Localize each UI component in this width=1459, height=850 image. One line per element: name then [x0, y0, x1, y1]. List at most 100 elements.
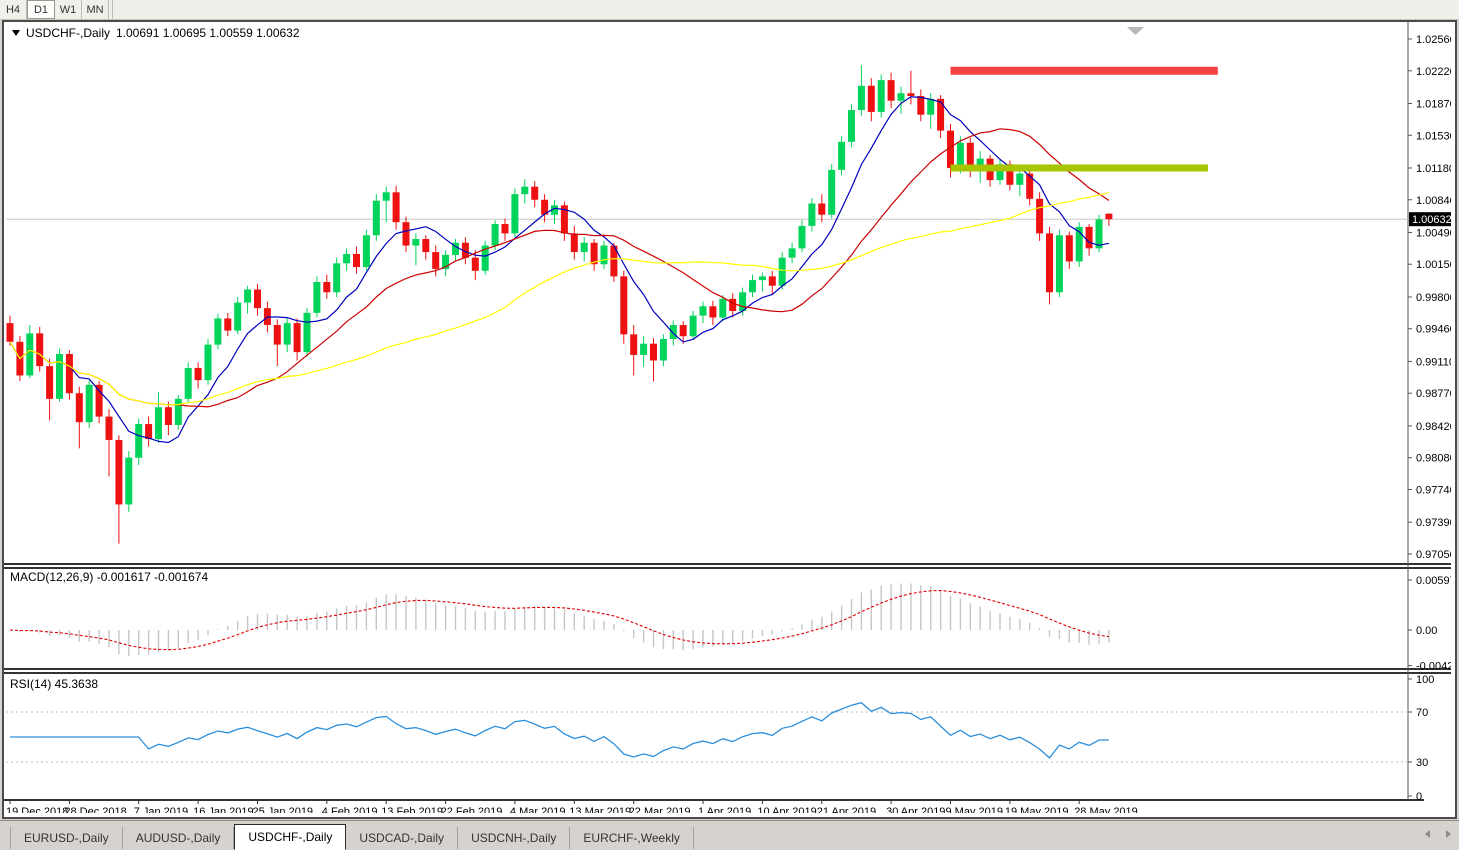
chart-title: USDCHF-,Daily 1.00691 1.00695 1.00559 1.… — [12, 26, 300, 40]
candle-body — [333, 263, 340, 292]
candle-body — [86, 385, 93, 422]
candle-body — [1046, 233, 1053, 292]
axis-label: 1.00150 — [1416, 259, 1451, 271]
candle-body — [323, 282, 330, 292]
timeframe-button-mn[interactable]: MN — [82, 0, 109, 19]
symbol-tab-audusd[interactable]: AUDUSD-,Daily — [123, 827, 235, 849]
candle-body — [343, 254, 350, 263]
support-level[interactable] — [951, 164, 1208, 171]
candle-body — [601, 246, 608, 265]
candle-body — [779, 258, 786, 286]
axis-label: 1.01870 — [1416, 98, 1451, 110]
left-arrow-icon — [1425, 830, 1430, 838]
axis-label: 0.00597 — [1416, 575, 1451, 587]
candle-body — [412, 239, 419, 246]
date-label: 28 May 2019 — [1074, 806, 1138, 813]
candle-body — [818, 203, 825, 214]
candle-body — [185, 368, 192, 399]
axis-label: 0.98080 — [1416, 453, 1451, 465]
candle-body — [719, 299, 726, 318]
candle-body — [531, 187, 538, 200]
candle-body — [848, 110, 855, 142]
candle-body — [858, 86, 865, 110]
date-label: 22 Feb 2019 — [441, 806, 503, 813]
candle-body — [106, 417, 113, 440]
axis-label: 0.97740 — [1416, 484, 1451, 496]
rsi-indicator-label: RSI(14) 45.3638 — [10, 677, 98, 691]
candle-body — [749, 280, 756, 292]
candle-body — [700, 306, 707, 315]
candle-body — [422, 239, 429, 252]
axis-label: 70 — [1416, 707, 1428, 719]
axis-label: 1.02560 — [1416, 34, 1451, 46]
chart-canvas[interactable]: 1.025601.022201.018701.015301.011801.008… — [4, 22, 1451, 813]
date-label: 16 Jan 2019 — [193, 806, 254, 813]
candle-body — [927, 99, 934, 115]
tab-scroll-left-button[interactable] — [1423, 829, 1432, 839]
candle-body — [214, 318, 221, 344]
timeframe-button-d1[interactable]: D1 — [27, 0, 55, 19]
symbol-tab-eurusd[interactable]: EURUSD-,Daily — [10, 827, 123, 849]
right-arrow-icon — [1446, 830, 1451, 838]
candle-body — [76, 393, 83, 422]
axis-label: -0.00424 — [1416, 661, 1451, 673]
candle-body — [294, 323, 301, 352]
candle-body — [145, 424, 152, 439]
candle-body — [789, 248, 796, 257]
candle-body — [878, 80, 885, 112]
candle-body — [7, 323, 14, 342]
candle-body — [175, 399, 182, 425]
candle-body — [769, 276, 776, 285]
timeframe-button-h4[interactable]: H4 — [0, 0, 27, 19]
candle-body — [1036, 199, 1043, 234]
axis-label: 0.00 — [1416, 625, 1437, 637]
timeframe-button-w1[interactable]: W1 — [55, 0, 82, 19]
chart-window: 1.025601.022201.018701.015301.011801.008… — [2, 20, 1457, 819]
symbol-tab-usdcad[interactable]: USDCAD-,Daily — [346, 827, 458, 849]
date-label: 13 Mar 2019 — [569, 806, 631, 813]
candle-body — [224, 318, 231, 330]
candle-body — [1105, 214, 1112, 220]
candle-body — [472, 258, 479, 271]
candle-body — [96, 385, 103, 417]
tab-scroll-right-button[interactable] — [1444, 829, 1453, 839]
axis-label: 1.00840 — [1416, 195, 1451, 207]
candle-body — [363, 235, 370, 267]
candle-body — [26, 333, 33, 375]
date-label: 21 Apr 2019 — [817, 806, 876, 813]
date-label: 13 Feb 2019 — [381, 806, 443, 813]
candle-body — [660, 339, 667, 360]
candle-body — [165, 407, 172, 425]
symbol-tab-usdchf[interactable]: USDCHF-,Daily — [234, 824, 346, 850]
candle-body — [1086, 227, 1093, 248]
symbol-dropdown-icon[interactable] — [12, 30, 20, 36]
candle-body — [383, 192, 390, 200]
date-label: 19 Dec 2018 — [6, 806, 68, 813]
symbol-tab-usdcnh[interactable]: USDCNH-,Daily — [458, 827, 570, 849]
candle-body — [284, 323, 291, 344]
resistance-level[interactable] — [951, 67, 1218, 75]
candle-body — [759, 276, 766, 280]
date-label: 30 Apr 2019 — [886, 806, 945, 813]
candle-body — [492, 224, 499, 245]
tab-scroll-arrows — [1423, 829, 1453, 839]
candle-body — [690, 316, 697, 337]
symbol-tab-eurchf[interactable]: EURCHF-,Weekly — [570, 827, 693, 849]
candle-body — [521, 187, 528, 194]
candle-body — [799, 226, 806, 248]
candle-body — [868, 86, 875, 112]
candle-body — [838, 142, 845, 170]
candle-body — [1066, 235, 1073, 261]
candle-body — [620, 276, 627, 334]
candle-body — [432, 252, 439, 269]
candle-body — [353, 254, 360, 267]
candle-body — [135, 424, 142, 458]
candle-body — [828, 170, 835, 215]
candle-body — [680, 325, 687, 336]
axis-label: 0.98770 — [1416, 388, 1451, 400]
candle-body — [115, 440, 122, 504]
candle-body — [66, 354, 73, 393]
candle-body — [234, 303, 241, 331]
candle-body — [313, 282, 320, 313]
timeframe-toolbar: H4 D1 W1 MN — [0, 0, 1459, 20]
